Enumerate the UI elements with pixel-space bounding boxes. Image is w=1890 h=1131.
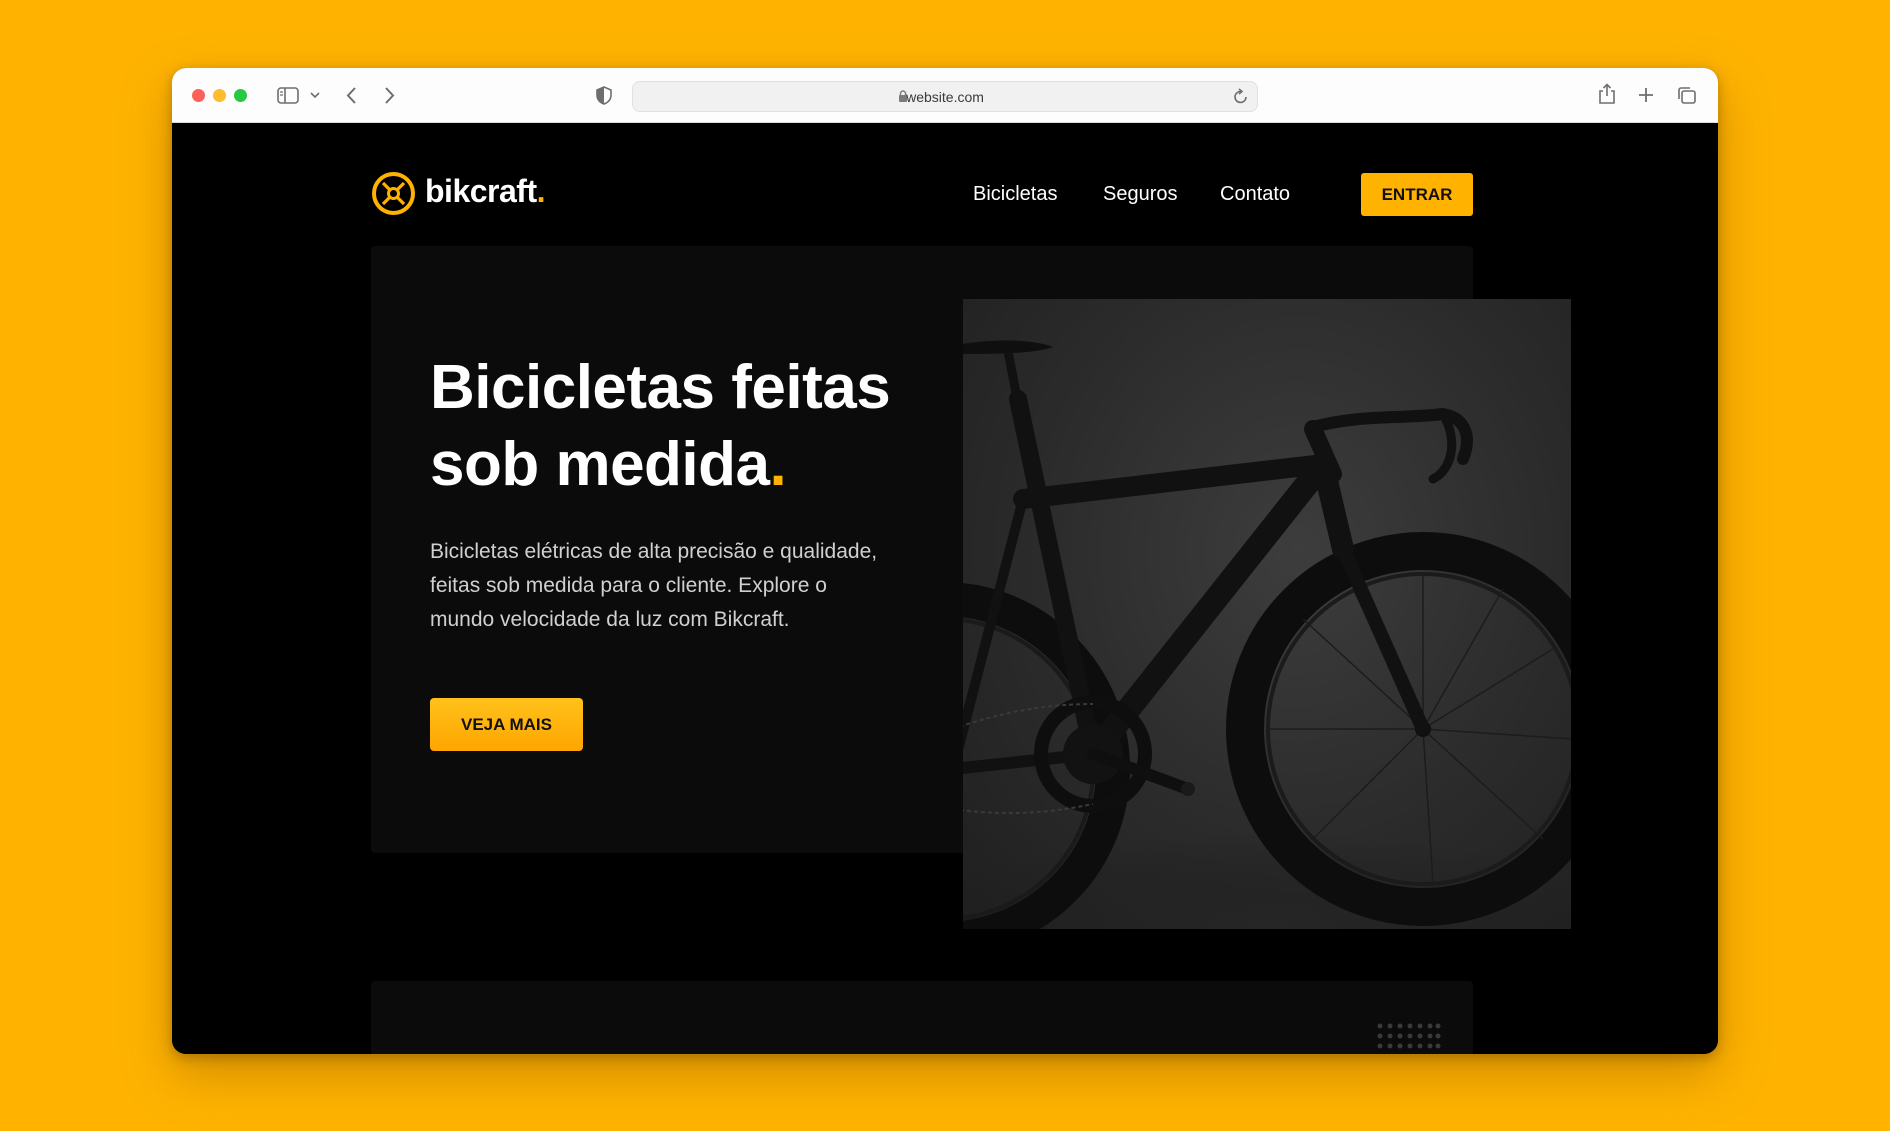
address-bar[interactable]: website.com [632, 81, 1258, 112]
tabs-overview-icon[interactable] [1677, 86, 1697, 105]
share-icon[interactable] [1598, 83, 1616, 105]
reload-icon[interactable] [1233, 88, 1249, 105]
logo[interactable]: bikcraft. [371, 171, 546, 216]
back-icon[interactable] [345, 86, 357, 105]
hero-title: Bicicletas feitas sob medida. [430, 353, 891, 499]
nav-link-seguros[interactable]: Seguros [1103, 183, 1178, 206]
next-section-card [371, 981, 1473, 1054]
logo-text: bikcraft. [425, 173, 546, 209]
close-window-button[interactable] [192, 89, 205, 102]
chevron-down-icon[interactable] [310, 92, 320, 99]
shield-icon[interactable] [596, 86, 612, 105]
new-tab-icon[interactable] [1638, 87, 1654, 103]
hero-description: Bicicletas elétricas de alta precisão e … [430, 540, 878, 631]
logo-wheel-icon [372, 172, 415, 215]
cta-button[interactable]: VEJA MAIS [430, 698, 583, 751]
browser-window: website.com bikcraft. Bicicletas Seguros… [172, 68, 1718, 1054]
minimize-window-button[interactable] [213, 89, 226, 102]
forward-icon[interactable] [384, 86, 396, 105]
hero-bike-image [963, 299, 1571, 929]
website: bikcraft. Bicicletas Seguros Contato ENT… [172, 123, 1718, 1054]
nav-link-contato[interactable]: Contato [1220, 183, 1290, 206]
sidebar-icon[interactable] [277, 87, 299, 104]
dots-pattern-icon [1377, 1023, 1441, 1049]
address-url: website.com [906, 89, 984, 105]
browser-toolbar: website.com [172, 68, 1718, 123]
nav-link-bicicletas[interactable]: Bicicletas [973, 183, 1057, 206]
zoom-window-button[interactable] [234, 89, 247, 102]
login-button[interactable]: ENTRAR [1361, 173, 1473, 216]
